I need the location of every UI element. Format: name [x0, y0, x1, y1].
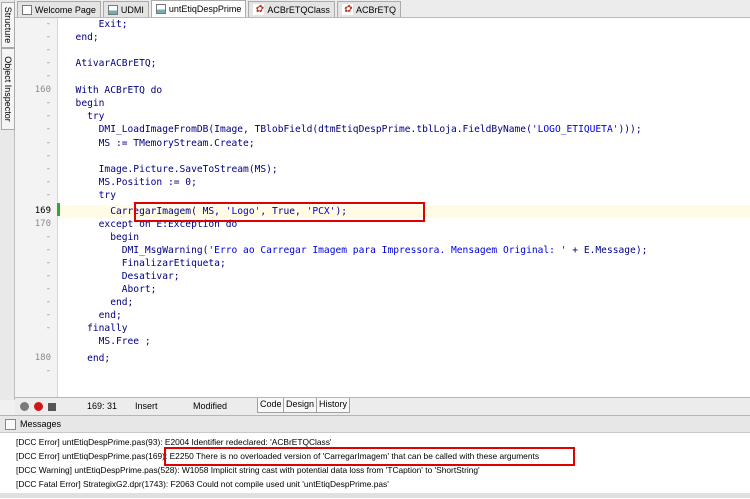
code-editor[interactable]: - - - - - 160 - - - - - - - - - 169 170 … [15, 18, 750, 397]
code-line: AtivarACBrETQ; [64, 58, 157, 69]
message-item[interactable]: [DCC Fatal Error] StrategixG2.dpr(1743):… [16, 478, 389, 491]
side-tab-strip: Structure Object Inspector [0, 0, 15, 400]
line-number: - [45, 190, 51, 200]
code-line: DMI_MsgWarning('Erro ao Carregar Imagem … [64, 245, 648, 256]
line-number: 170 [34, 219, 51, 229]
code-line: Image.Picture.SaveToStream(MS); [64, 164, 278, 175]
line-number: - [45, 124, 51, 134]
page-icon [22, 4, 32, 15]
object-inspector-tab-label: Object Inspector [3, 56, 13, 122]
line-number: - [45, 151, 51, 161]
unit-icon [107, 4, 118, 15]
line-number: - [45, 245, 51, 255]
line-number: - [45, 45, 51, 55]
code-line: end; [64, 32, 99, 43]
structure-tab-label: Structure [3, 6, 13, 44]
tab-unt-etiq-desp-prime[interactable]: untEtiqDespPrime [150, 0, 247, 17]
line-number: - [45, 258, 51, 268]
code-line: FinalizarEtiqueta; [64, 258, 226, 269]
bottom-tab-strip [0, 493, 750, 498]
line-number: - [45, 366, 51, 376]
tab-welcome-page[interactable]: Welcome Page [17, 1, 101, 17]
cursor-position: 169: 31 [87, 401, 118, 411]
code-line: begin [64, 232, 140, 243]
tab-label: ACBrETQClass [267, 4, 330, 15]
code-line: MS.Free ; [64, 336, 151, 347]
stop-icon[interactable] [48, 402, 56, 411]
object-inspector-side-tab[interactable]: Object Inspector [1, 48, 15, 130]
tab-udmi[interactable]: UDMI [102, 1, 149, 17]
code-line: try [64, 190, 116, 201]
tab-label: UDMI [120, 4, 144, 15]
messages-title: Messages [20, 419, 62, 429]
line-number: - [45, 232, 51, 242]
tab-label: ACBrETQ [355, 4, 396, 15]
line-number: - [45, 284, 51, 294]
code-line: DMI_LoadImageFromDB(Image, TBlobField(dt… [64, 124, 642, 135]
line-number: - [45, 58, 51, 68]
messages-icon [5, 419, 16, 430]
code-line: MS := TMemoryStream.Create; [64, 138, 255, 149]
code-line: end; [64, 297, 134, 308]
code-line: With ACBrETQ do [64, 85, 163, 96]
line-number: - [45, 98, 51, 108]
file-state: Modified [193, 401, 228, 411]
tab-history[interactable]: History [316, 398, 351, 413]
navigate-back-icon[interactable] [20, 402, 29, 411]
tab-code[interactable]: Code [257, 398, 285, 413]
tab-acbretq-class[interactable]: ✿ ACBrETQClass [248, 1, 335, 17]
line-number: 160 [34, 85, 51, 95]
line-number: 180 [34, 353, 51, 363]
messages-panel: Messages [DCC Error] untEtiqDespPrime.pa… [0, 415, 750, 499]
line-number: - [45, 138, 51, 148]
editor-status-bar: 169: 31 Insert Modified Code Design Hist… [15, 397, 750, 415]
class-icon: ✿ [253, 4, 265, 15]
line-number: - [45, 111, 51, 121]
record-macro-icon[interactable] [34, 402, 43, 411]
line-number: - [45, 32, 51, 42]
line-number: - [45, 271, 51, 281]
code-line: begin [64, 98, 105, 109]
tab-label: Welcome Page [35, 4, 96, 15]
error-line-highlight-box [134, 202, 425, 222]
error-message-highlight-box [164, 447, 575, 466]
line-number: - [45, 177, 51, 187]
class-icon: ✿ [341, 4, 353, 15]
line-number-gutter: - - - - - 160 - - - - - - - - - 169 170 … [15, 18, 58, 397]
code-line: end; [64, 353, 111, 364]
line-number-current: 169 [34, 206, 51, 216]
code-line: end; [64, 310, 122, 321]
messages-header: Messages [0, 416, 750, 433]
line-number: - [45, 19, 51, 29]
code-line: Abort; [64, 284, 157, 295]
line-number: - [45, 323, 51, 333]
code-line: MS.Position := 0; [64, 177, 197, 188]
line-number: - [45, 310, 51, 320]
tab-acbretq[interactable]: ✿ ACBrETQ [336, 1, 401, 17]
insert-mode: Insert [135, 401, 158, 411]
structure-side-tab[interactable]: Structure [1, 2, 15, 48]
line-number: - [45, 297, 51, 307]
editor-tab-bar: Welcome Page UDMI untEtiqDespPrime ✿ ACB… [15, 0, 750, 18]
tab-label: untEtiqDespPrime [168, 4, 242, 14]
tab-design[interactable]: Design [283, 398, 318, 413]
code-line: Exit; [64, 19, 128, 30]
code-line: Desativar; [64, 271, 180, 282]
unit-icon [155, 4, 166, 14]
line-number: - [45, 164, 51, 174]
code-line: finally [64, 323, 128, 334]
code-line: try [64, 111, 105, 122]
line-number: - [45, 71, 51, 81]
